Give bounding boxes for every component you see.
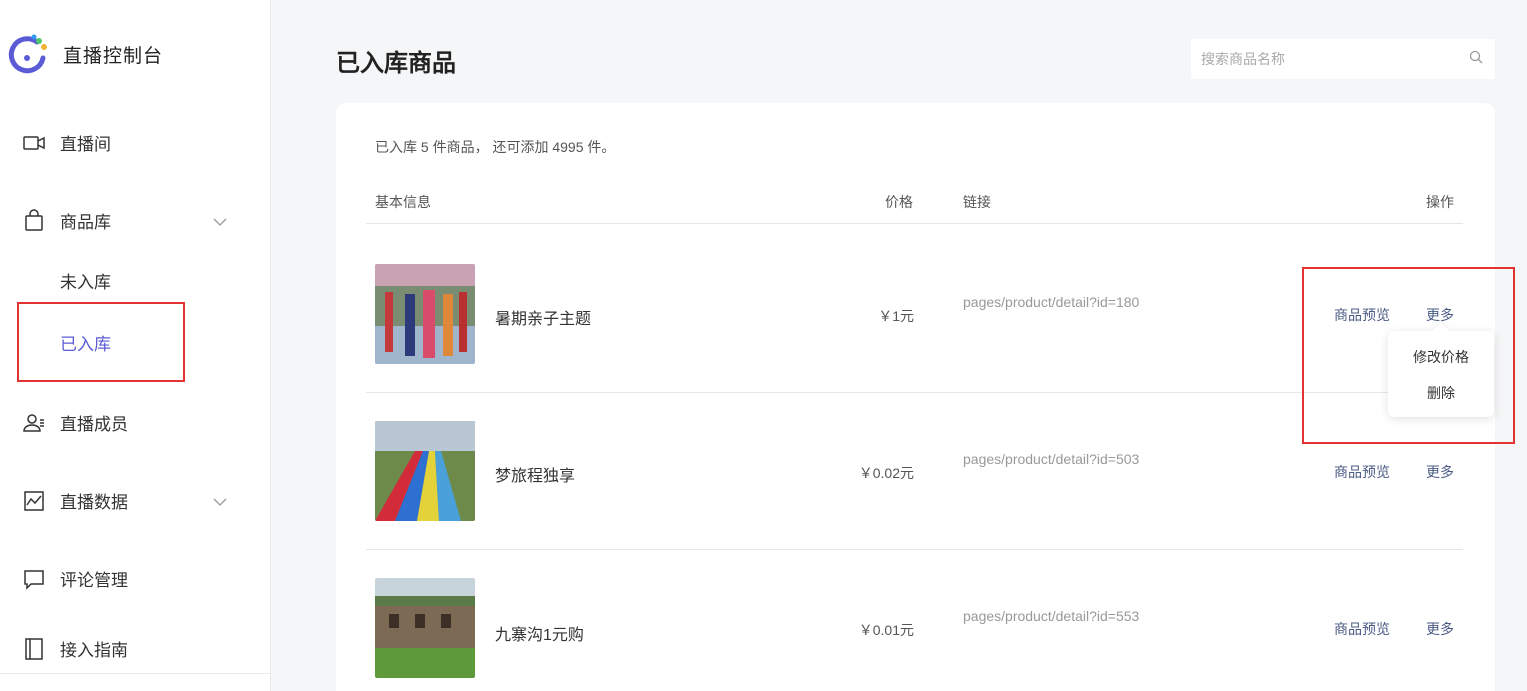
- sidebar-item-guide[interactable]: 接入指南: [22, 636, 128, 661]
- sidebar-item-label: 商品库: [60, 213, 111, 232]
- product-link: pages/product/detail?id=180: [963, 294, 1140, 310]
- product-link: pages/product/detail?id=503: [963, 451, 1140, 467]
- header-info: 基本信息: [375, 194, 431, 210]
- search-icon[interactable]: [1469, 50, 1483, 69]
- chevron-down-icon: [212, 212, 228, 232]
- sidebar-item-live-room[interactable]: 直播间: [22, 130, 111, 155]
- sidebar: 直播控制台 直播间 商品库 未入库 已入库 直播成员 直播数据 评论管理 接入指…: [0, 0, 271, 691]
- preview-button[interactable]: 商品预览: [1334, 619, 1390, 639]
- product-price: ￥0.01元: [858, 622, 914, 638]
- header-link: 链接: [963, 194, 991, 210]
- product-thumbnail[interactable]: [375, 578, 475, 678]
- table-row: 九寨沟1元购 ￥0.01元 pages/product/detail?id=55…: [336, 549, 1495, 691]
- highlight-box-actions: [1302, 267, 1515, 444]
- highlight-box-sidebar: [17, 302, 185, 382]
- sidebar-item-label: 接入指南: [60, 641, 128, 660]
- page-title: 已入库商品: [336, 50, 456, 77]
- product-price: ￥0.02元: [858, 465, 914, 481]
- preview-button[interactable]: 商品预览: [1334, 462, 1390, 482]
- product-thumbnail[interactable]: [375, 264, 475, 364]
- sidebar-item-live-data[interactable]: 直播数据: [22, 488, 242, 513]
- stock-summary: 已入库 5 件商品， 还可添加 4995 件。: [375, 139, 616, 155]
- more-button[interactable]: 更多: [1426, 462, 1454, 482]
- video-camera-icon: [22, 131, 46, 155]
- chart-icon: [22, 489, 46, 513]
- shopping-bag-icon: [22, 208, 46, 233]
- sidebar-item-label: 直播数据: [60, 493, 128, 512]
- book-icon: [22, 637, 46, 661]
- product-name: 暑期亲子主题: [495, 311, 592, 328]
- sidebar-item-product-library[interactable]: 商品库: [22, 208, 242, 233]
- more-button[interactable]: 更多: [1426, 619, 1454, 639]
- sidebar-item-comments[interactable]: 评论管理: [22, 566, 128, 591]
- product-price: ￥1元: [878, 308, 914, 324]
- sidebar-item-label: 直播成员: [60, 415, 128, 434]
- sidebar-item-label: 评论管理: [60, 571, 128, 590]
- sidebar-divider: [0, 673, 271, 674]
- sidebar-item-members[interactable]: 直播成员: [22, 410, 128, 435]
- search-input[interactable]: [1201, 51, 1469, 67]
- header-price: 价格: [885, 194, 913, 210]
- table-divider: [366, 223, 1463, 224]
- sidebar-item-label: 直播间: [60, 135, 111, 154]
- search-box[interactable]: [1191, 39, 1495, 79]
- brand-logo-icon: [8, 34, 47, 74]
- brand-name: 直播控制台: [63, 45, 164, 67]
- sidebar-subitem-not-stocked[interactable]: 未入库: [60, 268, 111, 293]
- brand[interactable]: 直播控制台: [7, 34, 163, 74]
- chevron-down-icon: [212, 492, 228, 512]
- members-icon: [22, 411, 46, 435]
- header-ops: 操作: [1426, 194, 1454, 210]
- product-name: 梦旅程独享: [495, 468, 576, 485]
- product-name: 九寨沟1元购: [495, 627, 584, 644]
- product-link: pages/product/detail?id=553: [963, 608, 1140, 624]
- comment-icon: [22, 567, 46, 591]
- product-thumbnail[interactable]: [375, 421, 475, 521]
